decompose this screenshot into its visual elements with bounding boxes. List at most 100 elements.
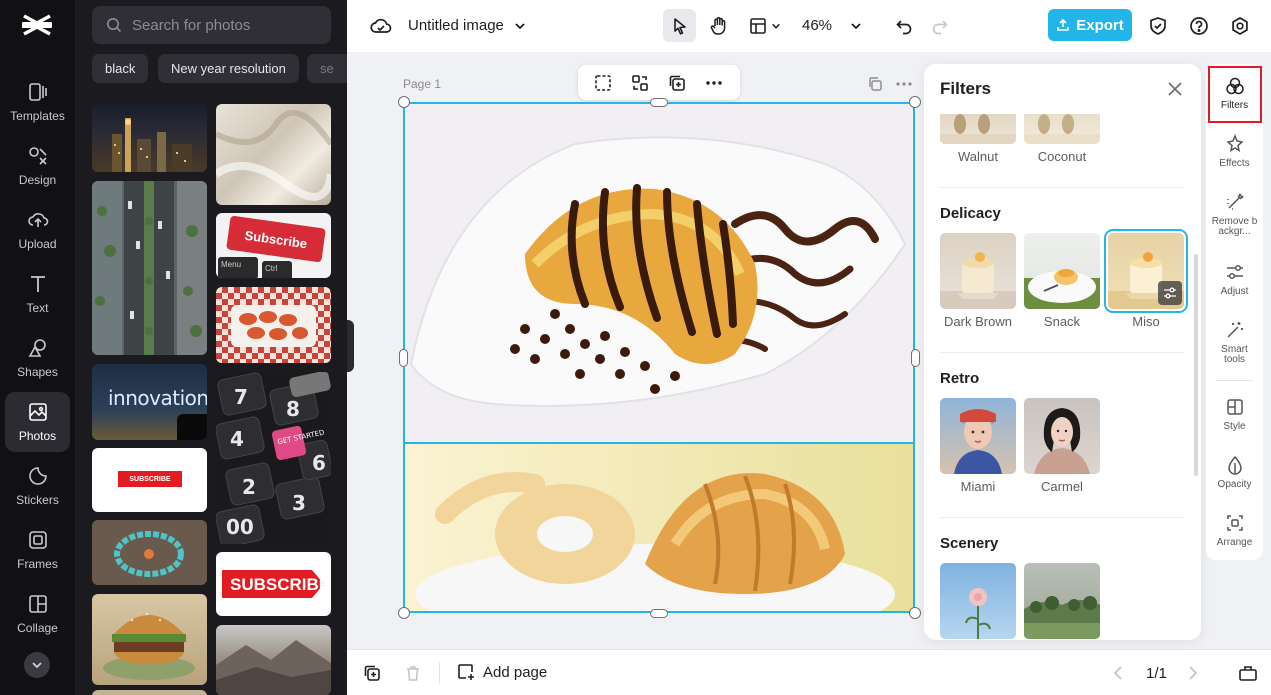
resize-handle-top-right[interactable] (909, 96, 921, 108)
rail-arrange[interactable]: Arrange (1206, 513, 1263, 548)
delete-page-button[interactable] (404, 664, 422, 682)
filter-thumb-scenery-2[interactable] (1024, 563, 1100, 639)
more-options-button[interactable] (704, 73, 724, 93)
rail-photos[interactable]: Photos (5, 392, 70, 452)
photo-subscribe-banner[interactable]: SUBSCRIBE (216, 552, 331, 616)
trash-icon (407, 666, 419, 681)
gear-icon (1232, 16, 1248, 35)
rail-frames[interactable]: Frames (5, 520, 70, 580)
effects-icon (1225, 134, 1244, 153)
chevron-left-icon (1113, 666, 1122, 680)
rail-more-button[interactable] (24, 652, 50, 678)
rail-smart-tools[interactable]: Smart tools (1206, 320, 1263, 365)
filter-thumb-snack[interactable] (1024, 233, 1100, 309)
collapse-panel-handle[interactable] (347, 320, 354, 372)
add-page-label: Add page (483, 663, 548, 681)
photo-silk[interactable] (216, 104, 331, 205)
cloud-save-button[interactable] (369, 9, 393, 42)
photo-partial-bottom-left[interactable] (92, 690, 207, 695)
rail-style[interactable]: Style (1206, 397, 1263, 432)
filter-thumb-miami[interactable] (940, 398, 1016, 474)
photo-burger[interactable] (92, 594, 207, 685)
filter-thumb-dark-brown[interactable] (940, 233, 1016, 309)
search-input[interactable] (132, 16, 312, 34)
rail-text[interactable]: Text (5, 264, 70, 324)
undo-button[interactable] (892, 9, 916, 42)
rail-stickers[interactable]: Stickers (5, 456, 70, 516)
resize-handle-top[interactable] (650, 98, 668, 107)
rail-effects[interactable]: Effects (1206, 134, 1263, 169)
rail-design[interactable]: Design (5, 136, 70, 196)
add-element-button[interactable] (363, 664, 381, 682)
photo-calculator[interactable]: 7 8 4 2 3 6 00 GET STARTED (216, 372, 331, 544)
resize-handle-bottom-left[interactable] (398, 607, 410, 619)
resize-handle-bottom[interactable] (650, 609, 668, 618)
rail-collage[interactable]: Collage (5, 584, 70, 644)
right-rail: Filters Effects Remove backgr... Adjust … (1206, 64, 1263, 560)
photo-subscribe-small[interactable]: SUBSCRIBE (92, 448, 207, 512)
rail-remove-background[interactable]: Remove backgr... (1206, 192, 1263, 237)
photo-bruschetta[interactable] (216, 287, 331, 363)
resize-handle-left[interactable] (399, 349, 408, 367)
settings-button[interactable] (1228, 9, 1252, 42)
redo-button[interactable] (928, 9, 952, 42)
rail-adjust[interactable]: Adjust (1206, 262, 1263, 297)
shapes-icon (28, 339, 46, 357)
chip-partial[interactable]: se (307, 54, 347, 83)
rail-upload[interactable]: Upload (5, 200, 70, 260)
hand-tool-button[interactable] (702, 9, 735, 42)
close-filters-button[interactable] (1166, 80, 1184, 98)
cloud-icon (370, 18, 392, 33)
document-title[interactable]: Untitled image (408, 9, 526, 42)
filter-thumb-miso[interactable] (1104, 229, 1188, 313)
chevron-down-icon (772, 23, 780, 29)
text-icon (30, 276, 45, 292)
search-box[interactable] (92, 6, 331, 44)
export-button[interactable]: Export (1048, 9, 1132, 41)
photo-city-night[interactable] (92, 104, 207, 172)
resize-handle-top-left[interactable] (398, 96, 410, 108)
chip-black[interactable]: black (92, 54, 149, 83)
filter-label-carmel: Carmel (1041, 479, 1083, 494)
templates-icon (28, 83, 47, 101)
rail-opacity[interactable]: Opacity (1206, 455, 1263, 490)
stickers-icon (28, 467, 47, 485)
filter-adjust-button[interactable] (1158, 281, 1182, 305)
sliders-icon (1164, 287, 1176, 299)
rail-filters[interactable]: Filters (1206, 76, 1263, 111)
next-page-button[interactable] (1185, 664, 1201, 682)
page-counter: 1/1 (1146, 665, 1167, 682)
rail-templates[interactable]: Templates (5, 72, 70, 132)
photo-stone-circle[interactable] (92, 520, 207, 585)
page-more-button[interactable] (895, 76, 913, 92)
chevron-down-icon (515, 22, 525, 29)
prev-page-button[interactable] (1110, 664, 1126, 682)
add-page-button[interactable]: Add page (457, 663, 547, 681)
resize-handle-bottom-right[interactable] (909, 607, 921, 619)
duplicate-page-button[interactable] (867, 76, 883, 92)
croissant-photo (405, 104, 913, 444)
select-tool-button[interactable] (663, 9, 696, 42)
capcut-logo-icon[interactable] (20, 10, 54, 40)
rail-shapes[interactable]: Shapes (5, 328, 70, 388)
filters-scrollbar[interactable] (1194, 254, 1198, 476)
replace-button[interactable] (630, 73, 650, 93)
chip-new-year-resolution[interactable]: New year resolution (158, 54, 299, 83)
chevron-down-icon (32, 662, 42, 669)
canvas-image[interactable] (403, 102, 915, 613)
filter-thumb-carmel[interactable] (1024, 398, 1100, 474)
photo-mountain[interactable] (216, 625, 331, 695)
shield-button[interactable] (1146, 9, 1170, 42)
photo-subscribe-keyboard[interactable]: Subscribe Menu Ctrl (216, 213, 331, 278)
filter-thumb-scenery-1[interactable] (940, 563, 1016, 639)
duplicate-button[interactable] (667, 73, 687, 93)
layout-button[interactable] (745, 9, 785, 42)
resize-handle-right[interactable] (911, 349, 920, 367)
page-manager-button[interactable] (1238, 664, 1258, 682)
svg-text:7: 7 (234, 385, 248, 409)
zoom-dropdown[interactable]: 46% (802, 9, 862, 42)
photo-innovation[interactable]: innovation (92, 364, 207, 440)
photo-aerial-road[interactable] (92, 181, 207, 355)
crop-select-button[interactable] (593, 73, 613, 93)
help-button[interactable] (1187, 9, 1211, 42)
